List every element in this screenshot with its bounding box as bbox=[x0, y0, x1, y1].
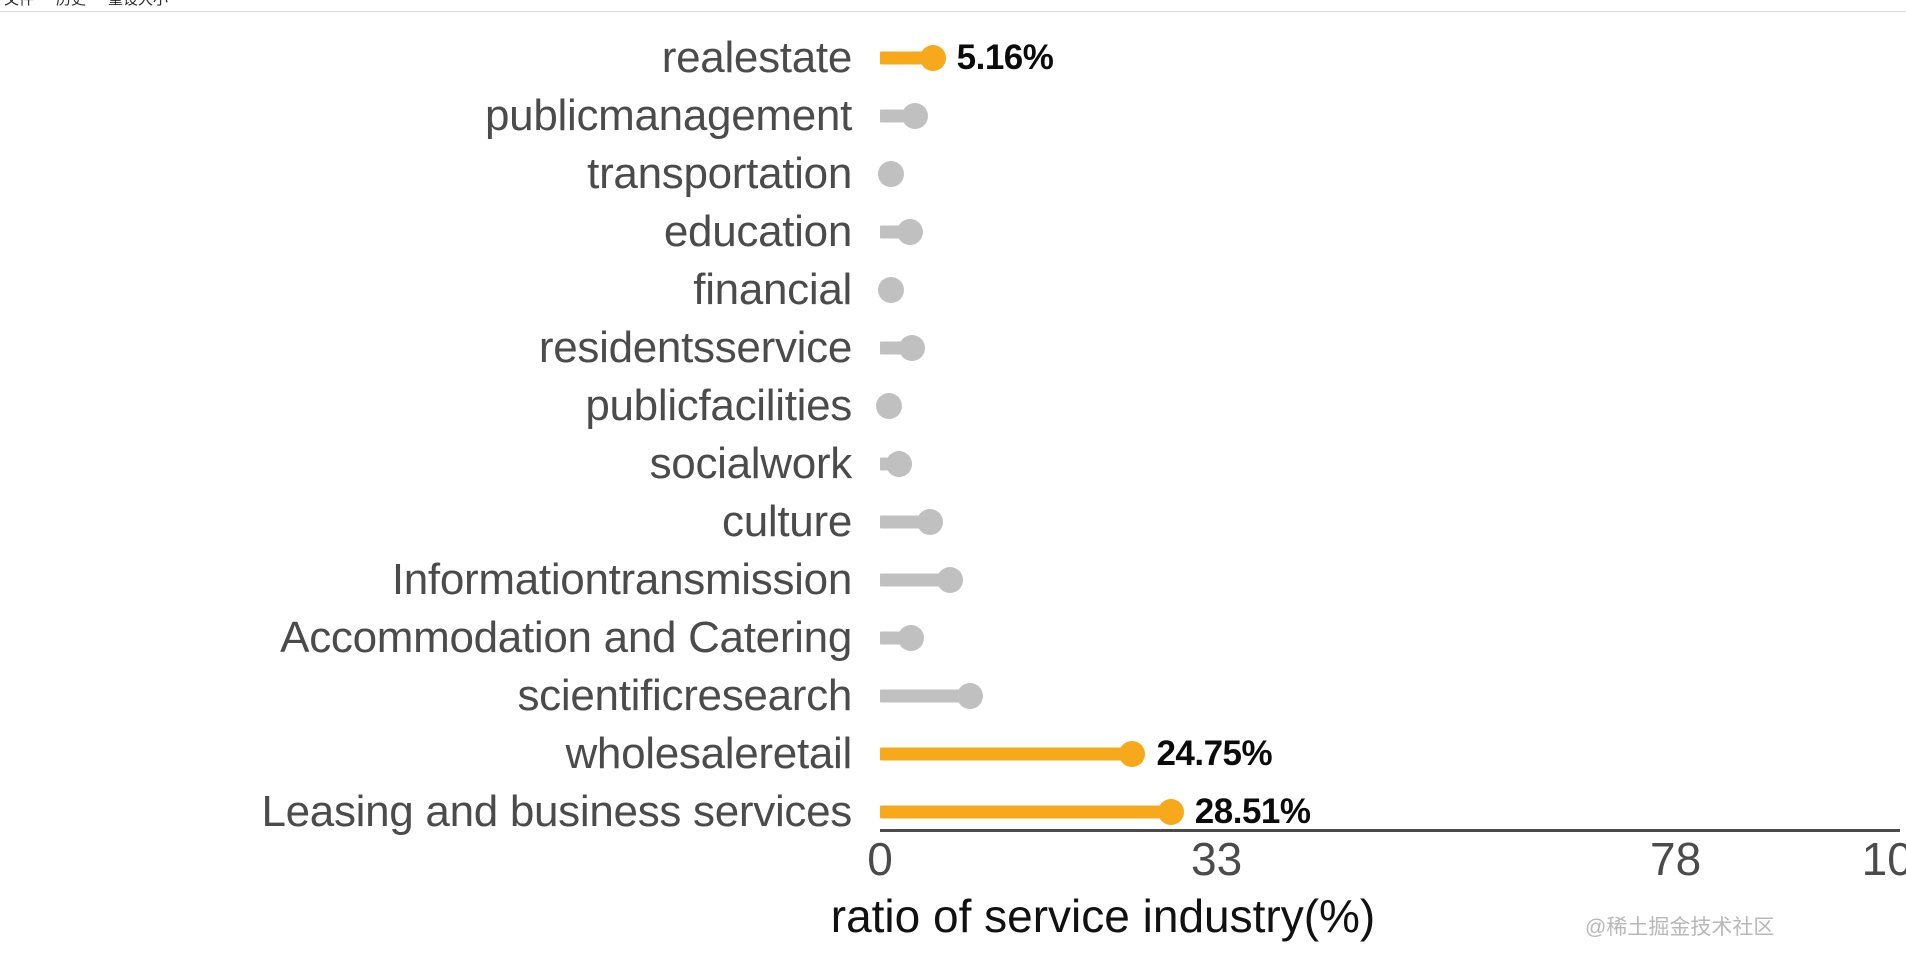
lollipop-dot bbox=[878, 277, 905, 303]
lollipop-marker bbox=[862, 667, 1906, 725]
lollipop-marker bbox=[862, 87, 1906, 145]
lollipop-dot bbox=[956, 683, 983, 709]
menu-items: 文件 历史 重设大小 bbox=[0, 0, 168, 9]
category-label: scientificresearch bbox=[517, 671, 852, 720]
lollipop-marker bbox=[862, 145, 1906, 203]
chart-row: financial bbox=[0, 261, 1906, 319]
lollipop-chart: realestate 5.16% publicmanagement transport… bbox=[0, 13, 1906, 961]
category-label: publicfacilities bbox=[585, 381, 852, 430]
category-label: Leasing and business services bbox=[261, 787, 852, 836]
app-menu-bar: 文件 历史 重设大小 bbox=[0, 0, 1906, 12]
x-tick-label: 78 bbox=[1650, 833, 1702, 885]
value-label: 24.75% bbox=[1156, 734, 1273, 773]
lollipop-marker bbox=[862, 377, 1906, 435]
x-axis-ticks: 0 33 78 100 bbox=[0, 835, 1906, 889]
category-label: residentsservice bbox=[538, 323, 852, 372]
chart-row: transportation bbox=[0, 145, 1906, 203]
menu-item-resize[interactable]: 重设大小 bbox=[108, 0, 168, 9]
chart-row: socialwork bbox=[0, 435, 1906, 493]
category-label: socialwork bbox=[649, 439, 853, 488]
category-label: Accommodation and Catering bbox=[280, 613, 852, 662]
lollipop-marker bbox=[862, 319, 1906, 377]
chart-row: Informationtransmission bbox=[0, 551, 1906, 609]
lollipop-marker: 28.51% bbox=[862, 783, 1906, 841]
lollipop-marker bbox=[862, 261, 1906, 319]
category-label: Informationtransmission bbox=[391, 555, 852, 604]
lollipop-marker bbox=[862, 435, 1906, 493]
menu-item-file[interactable]: 文件 bbox=[4, 0, 34, 9]
lollipop-stem bbox=[880, 805, 1171, 819]
lollipop-marker bbox=[862, 551, 1906, 609]
lollipop-dot bbox=[937, 567, 964, 593]
watermark: @稀土掘金技术社区 bbox=[1585, 916, 1775, 939]
x-tick-label: 0 bbox=[867, 833, 893, 885]
category-label: financial bbox=[693, 265, 852, 314]
lollipop-stem bbox=[880, 747, 1133, 761]
lollipop-dot bbox=[897, 625, 924, 651]
lollipop-dot bbox=[886, 451, 913, 477]
lollipop-marker: 5.16% bbox=[862, 29, 1906, 87]
x-axis-line bbox=[880, 829, 1900, 832]
value-label: 5.16% bbox=[956, 38, 1054, 77]
lollipop-dot bbox=[898, 335, 925, 361]
category-label: education bbox=[663, 207, 852, 256]
category-label: publicmanagement bbox=[485, 91, 852, 140]
lollipop-marker bbox=[862, 493, 1906, 551]
chart-row: publicmanagement bbox=[0, 87, 1906, 145]
lollipop-dot bbox=[901, 103, 928, 129]
chart-row: Leasing and business services 28.51% bbox=[0, 783, 1906, 841]
chart-row: wholesaleretail 24.75% bbox=[0, 725, 1906, 783]
category-label: culture bbox=[722, 497, 852, 546]
chart-row: residentsservice bbox=[0, 319, 1906, 377]
lollipop-dot bbox=[919, 45, 946, 71]
x-tick-label: 33 bbox=[1191, 833, 1243, 885]
chart-row: education bbox=[0, 203, 1906, 261]
menu-item-history[interactable]: 历史 bbox=[56, 0, 86, 9]
chart-row: Accommodation and Catering bbox=[0, 609, 1906, 667]
category-label: realestate bbox=[661, 33, 853, 82]
lollipop-dot bbox=[1157, 799, 1184, 825]
lollipop-dot bbox=[1119, 741, 1146, 767]
category-label: wholesaleretail bbox=[565, 729, 852, 778]
lollipop-dot bbox=[878, 161, 905, 187]
lollipop-marker: 24.75% bbox=[862, 725, 1906, 783]
chart-rows: realestate 5.16% publicmanagement transport… bbox=[0, 13, 1906, 834]
lollipop-dot bbox=[876, 393, 903, 419]
category-label: transportation bbox=[587, 149, 852, 198]
chart-row: culture bbox=[0, 493, 1906, 551]
lollipop-marker bbox=[862, 609, 1906, 667]
lollipop-dot bbox=[896, 219, 923, 245]
x-tick-label: 100 bbox=[1861, 833, 1906, 885]
chart-row: publicfacilities bbox=[0, 377, 1906, 435]
chart-row: realestate 5.16% bbox=[0, 29, 1906, 87]
lollipop-marker bbox=[862, 203, 1906, 261]
chart-row: scientificresearch bbox=[0, 667, 1906, 725]
value-label: 28.51% bbox=[1194, 792, 1311, 831]
lollipop-dot bbox=[916, 509, 943, 535]
